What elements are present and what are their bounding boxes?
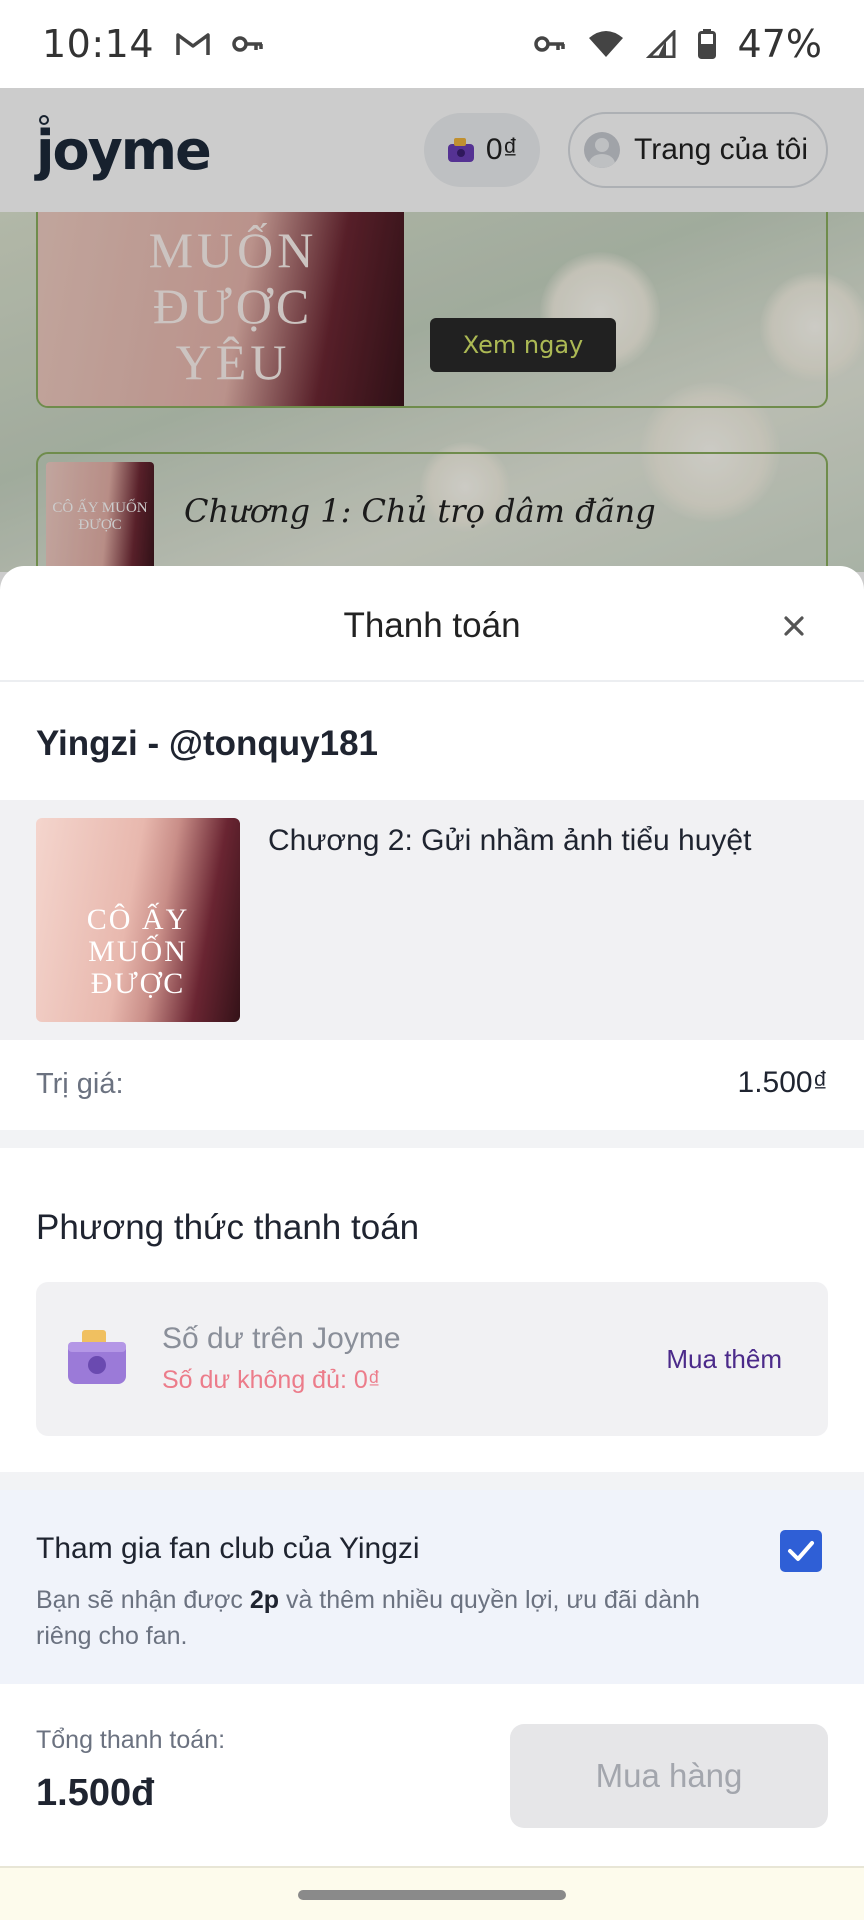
item-cover: CÔ ẤY MUỐN ĐƯỢC: [36, 818, 240, 1022]
creator-name: Yingzi - @tonquy181: [36, 724, 379, 763]
battery-percent: 47%: [737, 22, 822, 66]
gmail-icon: [176, 31, 210, 57]
payment-method-name: Số dư trên Joyme: [162, 1322, 401, 1355]
insufficient-balance-warning: Số dư không đủ: 0₫: [162, 1366, 381, 1394]
payment-method-title: Phương thức thanh toán: [36, 1208, 420, 1247]
fan-club-description: Bạn sẽ nhận được 2p và thêm nhiều quyền …: [36, 1582, 736, 1654]
vpn-key-icon: [232, 34, 264, 54]
fan-club-checkbox[interactable]: [780, 1530, 822, 1572]
status-right: 47%: [533, 22, 822, 66]
fan-club-option[interactable]: Tham gia fan club của Yingzi Bạn sẽ nhận…: [0, 1490, 864, 1684]
price-row: Trị giá: 1.500₫: [0, 1040, 864, 1130]
total-label: Tổng thanh toán:: [36, 1726, 226, 1754]
buy-button[interactable]: Mua hàng: [510, 1724, 828, 1828]
item-cover-text: CÔ ẤY MUỐN ĐƯỢC: [86, 903, 190, 1000]
purchase-item: CÔ ẤY MUỐN ĐƯỢC Chương 2: Gửi nhầm ảnh t…: [0, 800, 864, 1040]
status-left: 10:14: [42, 22, 264, 66]
checkmark-icon: [788, 1541, 814, 1561]
vpn-key-icon: [533, 34, 566, 54]
battery-icon: [697, 29, 716, 59]
home-gesture-handle[interactable]: [298, 1890, 566, 1900]
price-value: 1.500₫: [737, 1066, 828, 1099]
close-button[interactable]: [776, 608, 812, 644]
status-bar: 10:14 47%: [0, 0, 864, 88]
wallet-icon: [66, 1328, 128, 1386]
payment-sheet: Thanh toán Yingzi - @tonquy181 CÔ ẤY MUỐ…: [0, 566, 864, 1866]
section-divider: [0, 1130, 864, 1148]
buy-more-link[interactable]: Mua thêm: [666, 1344, 782, 1375]
total-value: 1.500đ: [36, 1772, 155, 1814]
wifi-icon: [588, 30, 624, 58]
sheet-title: Thanh toán: [343, 606, 521, 645]
system-nav-bar: [0, 1866, 864, 1920]
item-title: Chương 2: Gửi nhầm ảnh tiểu huyệt: [268, 824, 752, 857]
payment-method-option[interactable]: Số dư trên Joyme Số dư không đủ: 0₫ Mua …: [36, 1282, 828, 1436]
sheet-header: Thanh toán: [0, 566, 864, 682]
fan-desc-prefix: Bạn sẽ nhận được: [36, 1586, 250, 1614]
fan-desc-points: 2p: [249, 1586, 280, 1614]
price-label: Trị giá:: [36, 1068, 124, 1100]
close-icon: [784, 616, 804, 636]
fan-club-title: Tham gia fan club của Yingzi: [36, 1532, 420, 1565]
signal-icon: [645, 30, 676, 58]
status-time: 10:14: [42, 22, 155, 66]
section-divider: [0, 1472, 864, 1490]
